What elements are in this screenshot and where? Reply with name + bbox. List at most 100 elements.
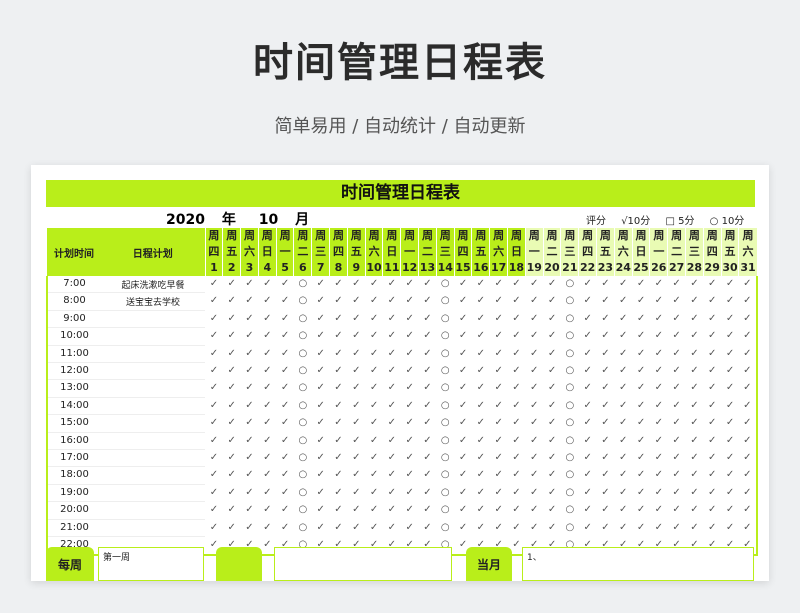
score-mark-cell[interactable]: ✓: [668, 345, 686, 362]
score-mark-cell[interactable]: ✓: [205, 467, 223, 484]
score-mark-cell[interactable]: ○: [436, 276, 454, 293]
score-mark-cell[interactable]: ✓: [738, 379, 758, 398]
score-mark-cell[interactable]: ✓: [454, 467, 472, 484]
score-mark-cell[interactable]: ○: [436, 363, 454, 380]
score-mark-cell[interactable]: ✓: [223, 363, 241, 380]
score-mark-cell[interactable]: ✓: [579, 345, 597, 362]
score-mark-cell[interactable]: ✓: [738, 414, 758, 433]
score-mark-cell[interactable]: ✓: [312, 432, 330, 449]
score-mark-cell[interactable]: ✓: [525, 293, 543, 310]
score-mark-cell[interactable]: ✓: [347, 293, 365, 310]
score-mark-cell[interactable]: ○: [561, 397, 579, 414]
score-mark-cell[interactable]: ✓: [365, 345, 383, 362]
score-mark-cell[interactable]: ✓: [383, 467, 401, 484]
score-mark-cell[interactable]: ✓: [472, 363, 490, 380]
score-mark-cell[interactable]: ✓: [276, 310, 294, 327]
score-mark-cell[interactable]: ✓: [650, 328, 668, 345]
score-mark-cell[interactable]: ✓: [490, 432, 508, 449]
score-mark-cell[interactable]: ✓: [401, 484, 419, 501]
score-mark-cell[interactable]: ✓: [454, 450, 472, 467]
score-mark-cell[interactable]: ✓: [543, 450, 561, 467]
score-mark-cell[interactable]: ✓: [241, 467, 259, 484]
score-mark-cell[interactable]: ✓: [668, 397, 686, 414]
plan-cell[interactable]: [101, 379, 205, 398]
score-mark-cell[interactable]: ○: [436, 502, 454, 519]
score-mark-cell[interactable]: ✓: [454, 293, 472, 310]
score-mark-cell[interactable]: ✓: [454, 432, 472, 449]
score-mark-cell[interactable]: ✓: [223, 450, 241, 467]
score-mark-cell[interactable]: ✓: [365, 467, 383, 484]
score-mark-cell[interactable]: ✓: [721, 380, 739, 397]
score-mark-cell[interactable]: ○: [294, 380, 312, 397]
score-mark-cell[interactable]: ✓: [738, 292, 758, 311]
score-mark-cell[interactable]: ○: [294, 310, 312, 327]
score-mark-cell[interactable]: ✓: [632, 293, 650, 310]
score-mark-cell[interactable]: ✓: [258, 380, 276, 397]
score-mark-cell[interactable]: ✓: [347, 502, 365, 519]
score-mark-cell[interactable]: ✓: [205, 450, 223, 467]
score-mark-cell[interactable]: ✓: [312, 345, 330, 362]
score-mark-cell[interactable]: ✓: [614, 293, 632, 310]
score-mark-cell[interactable]: ✓: [579, 276, 597, 293]
score-mark-cell[interactable]: ✓: [223, 415, 241, 432]
score-mark-cell[interactable]: ✓: [738, 362, 758, 380]
score-mark-cell[interactable]: ✓: [330, 415, 348, 432]
score-mark-cell[interactable]: ✓: [383, 328, 401, 345]
score-mark-cell[interactable]: ○: [436, 432, 454, 449]
score-mark-cell[interactable]: ✓: [205, 484, 223, 501]
score-mark-cell[interactable]: ✓: [543, 502, 561, 519]
score-mark-cell[interactable]: ✓: [597, 345, 615, 362]
score-mark-cell[interactable]: ✓: [276, 432, 294, 449]
score-mark-cell[interactable]: ✓: [383, 345, 401, 362]
score-mark-cell[interactable]: ✓: [650, 363, 668, 380]
score-mark-cell[interactable]: ✓: [419, 432, 437, 449]
score-mark-cell[interactable]: ✓: [508, 450, 526, 467]
score-mark-cell[interactable]: ✓: [525, 519, 543, 536]
monthly-summary-button[interactable]: 当月: [466, 547, 512, 581]
score-mark-cell[interactable]: ✓: [490, 310, 508, 327]
score-mark-cell[interactable]: ✓: [330, 380, 348, 397]
score-mark-cell[interactable]: ✓: [312, 502, 330, 519]
score-mark-cell[interactable]: ✓: [632, 432, 650, 449]
score-mark-cell[interactable]: ✓: [241, 502, 259, 519]
score-mark-cell[interactable]: ✓: [401, 380, 419, 397]
score-mark-cell[interactable]: ✓: [525, 328, 543, 345]
score-mark-cell[interactable]: ✓: [312, 450, 330, 467]
score-mark-cell[interactable]: ✓: [632, 502, 650, 519]
score-mark-cell[interactable]: ✓: [312, 276, 330, 293]
monthly-notes-box[interactable]: 1、: [522, 547, 754, 581]
score-mark-cell[interactable]: ○: [294, 293, 312, 310]
score-mark-cell[interactable]: ✓: [525, 484, 543, 501]
score-mark-cell[interactable]: ✓: [258, 363, 276, 380]
score-mark-cell[interactable]: ✓: [721, 310, 739, 327]
score-mark-cell[interactable]: ✓: [223, 397, 241, 414]
score-mark-cell[interactable]: ○: [294, 519, 312, 536]
score-mark-cell[interactable]: ✓: [597, 293, 615, 310]
score-mark-cell[interactable]: ✓: [668, 328, 686, 345]
score-mark-cell[interactable]: ✓: [276, 293, 294, 310]
score-mark-cell[interactable]: ✓: [330, 310, 348, 327]
score-mark-cell[interactable]: ✓: [276, 397, 294, 414]
score-mark-cell[interactable]: ○: [294, 432, 312, 449]
score-mark-cell[interactable]: ✓: [721, 363, 739, 380]
score-mark-cell[interactable]: ✓: [508, 467, 526, 484]
score-mark-cell[interactable]: ✓: [614, 345, 632, 362]
score-mark-cell[interactable]: ✓: [579, 380, 597, 397]
score-mark-cell[interactable]: ✓: [650, 484, 668, 501]
score-mark-cell[interactable]: ✓: [525, 276, 543, 293]
score-mark-cell[interactable]: ✓: [508, 502, 526, 519]
score-mark-cell[interactable]: ✓: [241, 415, 259, 432]
score-mark-cell[interactable]: ✓: [579, 450, 597, 467]
score-mark-cell[interactable]: ✓: [543, 484, 561, 501]
score-mark-cell[interactable]: ✓: [312, 467, 330, 484]
score-mark-cell[interactable]: ✓: [383, 502, 401, 519]
score-mark-cell[interactable]: ✓: [686, 484, 704, 501]
score-mark-cell[interactable]: ✓: [276, 467, 294, 484]
score-mark-cell[interactable]: ✓: [686, 363, 704, 380]
score-mark-cell[interactable]: ○: [561, 450, 579, 467]
score-mark-cell[interactable]: ✓: [223, 345, 241, 362]
score-mark-cell[interactable]: ✓: [508, 415, 526, 432]
score-mark-cell[interactable]: ✓: [632, 276, 650, 293]
score-mark-cell[interactable]: ✓: [721, 276, 739, 293]
score-mark-cell[interactable]: ✓: [347, 519, 365, 536]
